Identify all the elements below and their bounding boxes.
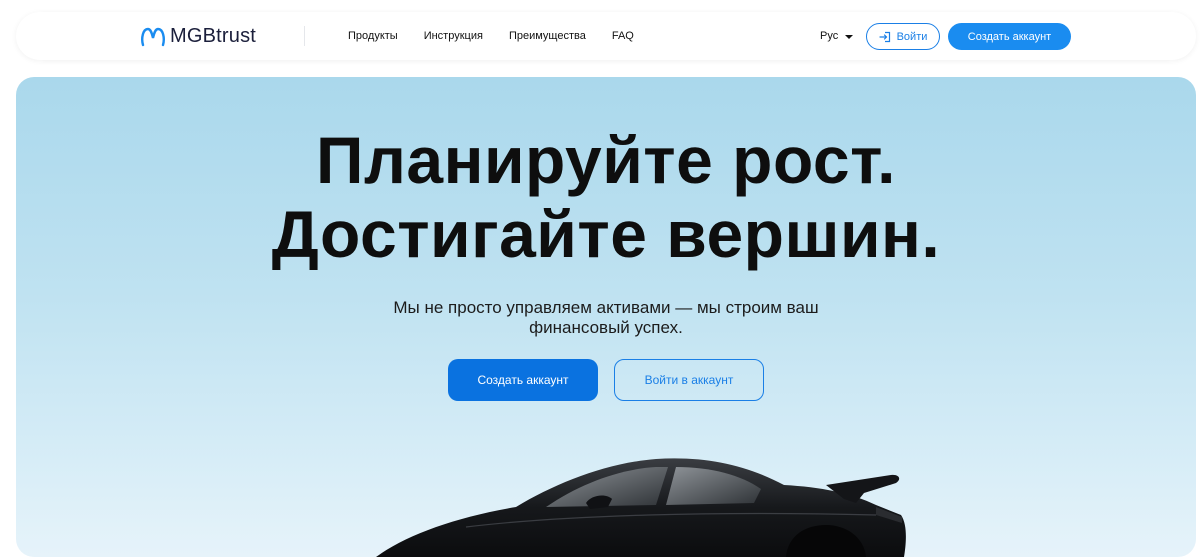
hero-title: Планируйте рост. Достигайте вершин. [16, 123, 1196, 271]
hero-title-line-2: Достигайте вершин. [271, 197, 941, 271]
nav-item-faq[interactable]: FAQ [612, 30, 634, 42]
language-selector[interactable]: Рус [820, 30, 854, 42]
main-nav: Продукты Инструкция Преимущества FAQ [348, 30, 634, 42]
header-divider [304, 26, 305, 46]
language-label: Рус [820, 30, 839, 42]
caret-down-icon [845, 34, 854, 39]
create-account-button[interactable]: Создать аккаунт [948, 23, 1071, 50]
hero-subtitle: Мы не просто управляем активами — мы стр… [393, 298, 819, 337]
login-button[interactable]: Войти [866, 23, 940, 50]
hero-create-account-button[interactable]: Создать аккаунт [448, 359, 598, 401]
login-icon [878, 31, 890, 42]
nav-item-advantages[interactable]: Преимущества [509, 30, 586, 42]
nav-item-instructions[interactable]: Инструкция [424, 30, 483, 42]
logo-icon [141, 27, 165, 46]
nav-item-products[interactable]: Продукты [348, 30, 398, 42]
login-button-label: Войти [896, 30, 928, 43]
hero-section: Планируйте рост. Достигайте вершин. Мы н… [16, 77, 1196, 557]
logo[interactable]: MGBtrust [140, 25, 256, 48]
hero-login-button[interactable]: Войти в аккаунт [614, 359, 764, 401]
top-navbar: MGBtrust Продукты Инструкция Преимуществ… [16, 12, 1196, 60]
logo-text: MGBtrust [170, 25, 257, 47]
hero-title-line-1: Планируйте рост. [316, 123, 896, 197]
sports-car-image [376, 458, 906, 557]
